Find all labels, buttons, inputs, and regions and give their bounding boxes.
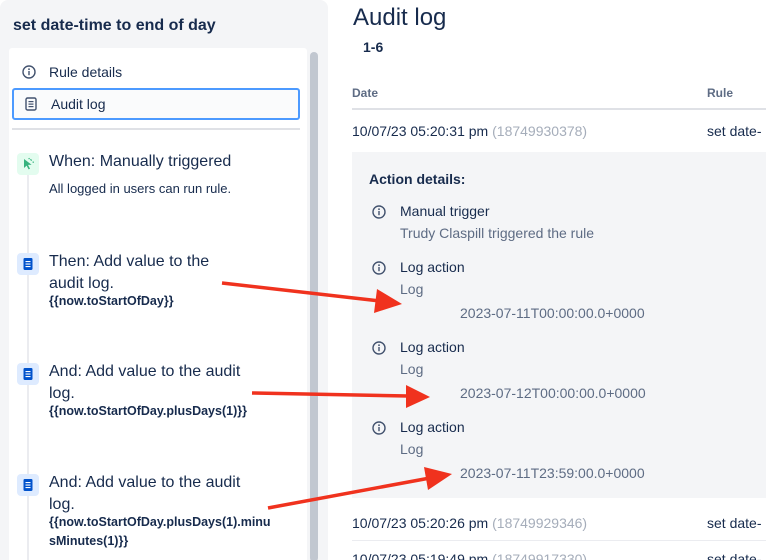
detail-sub: Trudy Claspill triggered the rule	[400, 225, 595, 241]
detail-title: Log action	[400, 259, 465, 275]
cursor-click-icon	[17, 153, 39, 175]
row-date: 10/07/23 05:20:31 pm	[352, 123, 489, 139]
row-divider	[352, 540, 766, 541]
row-date: 10/07/23 05:19:49 pm	[352, 551, 489, 560]
table-row[interactable]: 10/07/23 05:20:26 pm (18749929346)	[352, 515, 587, 531]
detail-title: Manual trigger	[400, 203, 490, 219]
document-icon	[17, 253, 39, 275]
page-title: Audit log	[353, 4, 447, 31]
detail-sub: Log	[400, 281, 424, 297]
component-trigger-sub: All logged in users can run rule.	[49, 181, 232, 196]
info-icon	[372, 261, 386, 275]
column-header-rule[interactable]: Rule	[707, 86, 733, 100]
nav-rule-details[interactable]: Rule details	[12, 56, 300, 88]
component-action-2-title[interactable]: And: Add value to the audit log.	[49, 361, 254, 405]
component-trigger-title[interactable]: When: Manually triggered	[49, 151, 259, 173]
column-header-date[interactable]: Date	[352, 86, 378, 100]
table-row[interactable]: 10/07/23 05:19:49 pm (18749917330)	[352, 551, 587, 560]
nav-audit-log-label: Audit log	[51, 96, 106, 112]
detail-sub: Log	[400, 361, 424, 377]
row-rule[interactable]: set date-	[707, 123, 761, 139]
info-icon	[372, 205, 386, 219]
component-action-1-code: {{now.toStartOfDay}}	[49, 294, 174, 308]
result-range: 1-6	[363, 39, 384, 55]
info-icon	[22, 65, 36, 79]
document-icon	[24, 97, 38, 111]
detail-title: Log action	[400, 419, 465, 435]
detail-log-value: 2023-07-11T23:59:00.0+0000	[460, 465, 645, 481]
detail-log-value: 2023-07-12T00:00:00.0+0000	[460, 385, 646, 401]
nav-audit-log[interactable]: Audit log	[12, 88, 300, 120]
row-rule[interactable]: set date-	[707, 551, 761, 560]
row-id: (18749930378)	[492, 123, 588, 139]
row-id: (18749917330)	[492, 551, 588, 560]
info-icon	[372, 341, 386, 355]
row-rule[interactable]: set date-	[707, 515, 761, 531]
component-action-1-title[interactable]: Then: Add value to the audit log.	[49, 251, 221, 295]
rule-title: set date-time to end of day	[13, 17, 216, 34]
document-icon	[17, 474, 39, 496]
row-date: 10/07/23 05:20:26 pm	[352, 515, 489, 531]
row-id: (18749929346)	[492, 515, 588, 531]
component-action-3-code: {{now.toStartOfDay.plusDays(1).minusMinu…	[49, 515, 271, 548]
nav-divider	[12, 128, 300, 130]
table-row[interactable]: 10/07/23 05:20:31 pm (18749930378)	[352, 123, 587, 139]
component-action-2-code: {{now.toStartOfDay.plusDays(1)}}	[49, 404, 247, 418]
component-action-3-title[interactable]: And: Add value to the audit log.	[49, 472, 254, 516]
action-details-heading: Action details:	[369, 171, 466, 187]
nav-rule-details-label: Rule details	[49, 64, 123, 80]
detail-log-value: 2023-07-11T00:00:00.0+0000	[460, 305, 645, 321]
header-divider	[352, 108, 766, 110]
detail-sub: Log	[400, 441, 424, 457]
document-icon	[17, 363, 39, 385]
info-icon	[372, 421, 386, 435]
detail-title: Log action	[400, 339, 465, 355]
scrollbar-thumb[interactable]	[310, 52, 318, 560]
